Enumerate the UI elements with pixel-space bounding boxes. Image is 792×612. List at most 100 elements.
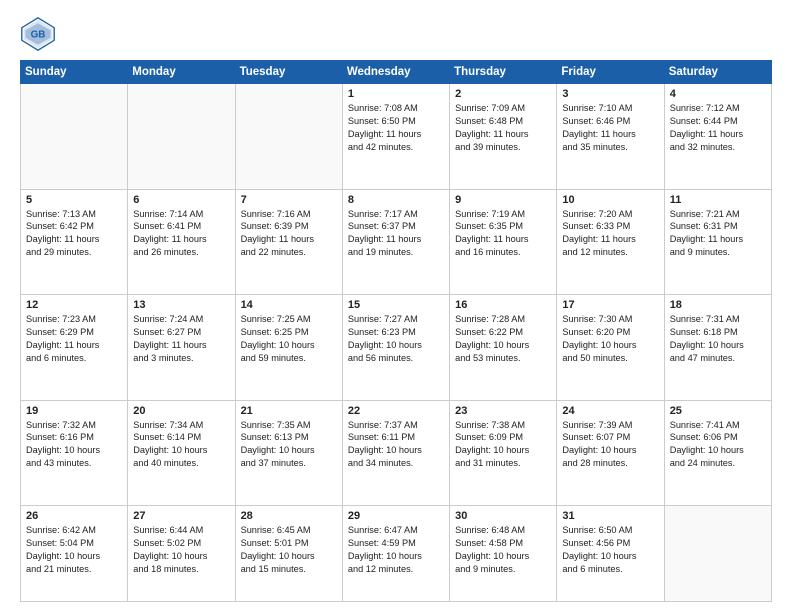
day-number: 12 xyxy=(26,299,122,311)
cell-info: Sunrise: 6:45 AM Sunset: 5:01 PM Dayligh… xyxy=(241,524,337,576)
cell-info: Sunrise: 6:44 AM Sunset: 5:02 PM Dayligh… xyxy=(133,524,229,576)
day-number: 23 xyxy=(455,405,551,417)
calendar-cell xyxy=(21,84,128,190)
day-number: 21 xyxy=(241,405,337,417)
day-number: 5 xyxy=(26,194,122,206)
calendar-cell: 8 Sunrise: 7:17 AM Sunset: 6:37 PM Daylig… xyxy=(342,189,449,295)
cell-info: Sunrise: 7:39 AM Sunset: 6:07 PM Dayligh… xyxy=(562,419,658,471)
calendar-cell: 15 Sunrise: 7:27 AM Sunset: 6:23 PM Dayli… xyxy=(342,295,449,401)
cell-info: Sunrise: 6:42 AM Sunset: 5:04 PM Dayligh… xyxy=(26,524,122,576)
cell-info: Sunrise: 6:48 AM Sunset: 4:58 PM Dayligh… xyxy=(455,524,551,576)
calendar-cell: 23Sunrise: 7:38 AM Sunset: 6:09 PM Dayli… xyxy=(450,400,557,506)
calendar-cell: 19Sunrise: 7:32 AM Sunset: 6:16 PM Dayli… xyxy=(21,400,128,506)
weekday-header-saturday: Saturday xyxy=(664,61,771,84)
calendar-cell: 5 Sunrise: 7:13 AM Sunset: 6:42 PM Daylig… xyxy=(21,189,128,295)
cell-info: Sunrise: 7:34 AM Sunset: 6:14 PM Dayligh… xyxy=(133,419,229,471)
cell-info: Sunrise: 7:09 AM Sunset: 6:48 PM Dayligh… xyxy=(455,102,551,154)
calendar-cell xyxy=(128,84,235,190)
calendar-cell: 28 Sunrise: 6:45 AM Sunset: 5:01 PM Dayli… xyxy=(235,506,342,602)
calendar-cell: 30Sunrise: 6:48 AM Sunset: 4:58 PM Dayli… xyxy=(450,506,557,602)
day-number: 17 xyxy=(562,299,658,311)
calendar-cell: 20 Sunrise: 7:34 AM Sunset: 6:14 PM Dayli… xyxy=(128,400,235,506)
day-number: 9 xyxy=(455,194,551,206)
day-number: 2 xyxy=(455,88,551,100)
calendar-cell: 31Sunrise: 6:50 AM Sunset: 4:56 PM Dayli… xyxy=(557,506,664,602)
day-number: 11 xyxy=(670,194,766,206)
cell-info: Sunrise: 7:25 AM Sunset: 6:25 PM Dayligh… xyxy=(241,313,337,365)
calendar-cell: 16 Sunrise: 7:28 AM Sunset: 6:22 PM Dayli… xyxy=(450,295,557,401)
cell-info: Sunrise: 6:47 AM Sunset: 4:59 PM Dayligh… xyxy=(348,524,444,576)
week-row-3: 12 Sunrise: 7:23 AM Sunset: 6:29 PM Dayli… xyxy=(21,295,772,401)
day-number: 8 xyxy=(348,194,444,206)
calendar-cell: 27 Sunrise: 6:44 AM Sunset: 5:02 PM Dayli… xyxy=(128,506,235,602)
calendar-cell: 29 Sunrise: 6:47 AM Sunset: 4:59 PM Dayli… xyxy=(342,506,449,602)
cell-info: Sunrise: 7:28 AM Sunset: 6:22 PM Dayligh… xyxy=(455,313,551,365)
cell-info: Sunrise: 7:30 AM Sunset: 6:20 PM Dayligh… xyxy=(562,313,658,365)
calendar-cell: 11 Sunrise: 7:21 AM Sunset: 6:31 PM Dayli… xyxy=(664,189,771,295)
cell-info: Sunrise: 6:50 AM Sunset: 4:56 PM Dayligh… xyxy=(562,524,658,576)
day-number: 10 xyxy=(562,194,658,206)
week-row-5: 26Sunrise: 6:42 AM Sunset: 5:04 PM Dayli… xyxy=(21,506,772,602)
day-number: 28 xyxy=(241,510,337,522)
calendar-cell: 10 Sunrise: 7:20 AM Sunset: 6:33 PM Dayli… xyxy=(557,189,664,295)
weekday-header-thursday: Thursday xyxy=(450,61,557,84)
calendar-cell: 3 Sunrise: 7:10 AM Sunset: 6:46 PM Daylig… xyxy=(557,84,664,190)
calendar-cell: 22Sunrise: 7:37 AM Sunset: 6:11 PM Dayli… xyxy=(342,400,449,506)
weekday-header-row: SundayMondayTuesdayWednesdayThursdayFrid… xyxy=(21,61,772,84)
calendar-cell: 13Sunrise: 7:24 AM Sunset: 6:27 PM Dayli… xyxy=(128,295,235,401)
cell-info: Sunrise: 7:32 AM Sunset: 6:16 PM Dayligh… xyxy=(26,419,122,471)
cell-info: Sunrise: 7:21 AM Sunset: 6:31 PM Dayligh… xyxy=(670,208,766,260)
cell-info: Sunrise: 7:16 AM Sunset: 6:39 PM Dayligh… xyxy=(241,208,337,260)
cell-info: Sunrise: 7:12 AM Sunset: 6:44 PM Dayligh… xyxy=(670,102,766,154)
calendar-cell: 14 Sunrise: 7:25 AM Sunset: 6:25 PM Dayli… xyxy=(235,295,342,401)
day-number: 20 xyxy=(133,405,229,417)
day-number: 14 xyxy=(241,299,337,311)
week-row-2: 5 Sunrise: 7:13 AM Sunset: 6:42 PM Daylig… xyxy=(21,189,772,295)
logo: GB xyxy=(20,16,60,52)
cell-info: Sunrise: 7:23 AM Sunset: 6:29 PM Dayligh… xyxy=(26,313,122,365)
calendar-cell: 2 Sunrise: 7:09 AM Sunset: 6:48 PM Daylig… xyxy=(450,84,557,190)
cell-info: Sunrise: 7:17 AM Sunset: 6:37 PM Dayligh… xyxy=(348,208,444,260)
cell-info: Sunrise: 7:24 AM Sunset: 6:27 PM Dayligh… xyxy=(133,313,229,365)
calendar-cell: 12 Sunrise: 7:23 AM Sunset: 6:29 PM Dayli… xyxy=(21,295,128,401)
calendar-cell: 24 Sunrise: 7:39 AM Sunset: 6:07 PM Dayli… xyxy=(557,400,664,506)
day-number: 18 xyxy=(670,299,766,311)
cell-info: Sunrise: 7:13 AM Sunset: 6:42 PM Dayligh… xyxy=(26,208,122,260)
cell-info: Sunrise: 7:14 AM Sunset: 6:41 PM Dayligh… xyxy=(133,208,229,260)
day-number: 22 xyxy=(348,405,444,417)
calendar-cell: 21 Sunrise: 7:35 AM Sunset: 6:13 PM Dayli… xyxy=(235,400,342,506)
cell-info: Sunrise: 7:31 AM Sunset: 6:18 PM Dayligh… xyxy=(670,313,766,365)
cell-info: Sunrise: 7:35 AM Sunset: 6:13 PM Dayligh… xyxy=(241,419,337,471)
calendar-cell: 26Sunrise: 6:42 AM Sunset: 5:04 PM Dayli… xyxy=(21,506,128,602)
header: GB xyxy=(20,16,772,52)
weekday-header-tuesday: Tuesday xyxy=(235,61,342,84)
svg-text:GB: GB xyxy=(31,30,46,41)
weekday-header-monday: Monday xyxy=(128,61,235,84)
week-row-4: 19Sunrise: 7:32 AM Sunset: 6:16 PM Dayli… xyxy=(21,400,772,506)
calendar-cell: 6 Sunrise: 7:14 AM Sunset: 6:41 PM Daylig… xyxy=(128,189,235,295)
weekday-header-sunday: Sunday xyxy=(21,61,128,84)
day-number: 29 xyxy=(348,510,444,522)
calendar-cell: 4Sunrise: 7:12 AM Sunset: 6:44 PM Daylig… xyxy=(664,84,771,190)
cell-info: Sunrise: 7:41 AM Sunset: 6:06 PM Dayligh… xyxy=(670,419,766,471)
cell-info: Sunrise: 7:20 AM Sunset: 6:33 PM Dayligh… xyxy=(562,208,658,260)
cell-info: Sunrise: 7:10 AM Sunset: 6:46 PM Dayligh… xyxy=(562,102,658,154)
cell-info: Sunrise: 7:27 AM Sunset: 6:23 PM Dayligh… xyxy=(348,313,444,365)
logo-icon: GB xyxy=(20,16,56,52)
weekday-header-wednesday: Wednesday xyxy=(342,61,449,84)
day-number: 3 xyxy=(562,88,658,100)
day-number: 24 xyxy=(562,405,658,417)
calendar-table: SundayMondayTuesdayWednesdayThursdayFrid… xyxy=(20,60,772,602)
calendar-cell: 9 Sunrise: 7:19 AM Sunset: 6:35 PM Daylig… xyxy=(450,189,557,295)
day-number: 7 xyxy=(241,194,337,206)
cell-info: Sunrise: 7:19 AM Sunset: 6:35 PM Dayligh… xyxy=(455,208,551,260)
day-number: 1 xyxy=(348,88,444,100)
day-number: 6 xyxy=(133,194,229,206)
day-number: 16 xyxy=(455,299,551,311)
day-number: 15 xyxy=(348,299,444,311)
page: GB SundayMondayTuesdayWednesdayThursdayF… xyxy=(0,0,792,612)
day-number: 27 xyxy=(133,510,229,522)
calendar-cell: 25 Sunrise: 7:41 AM Sunset: 6:06 PM Dayli… xyxy=(664,400,771,506)
day-number: 25 xyxy=(670,405,766,417)
week-row-1: 1Sunrise: 7:08 AM Sunset: 6:50 PM Daylig… xyxy=(21,84,772,190)
